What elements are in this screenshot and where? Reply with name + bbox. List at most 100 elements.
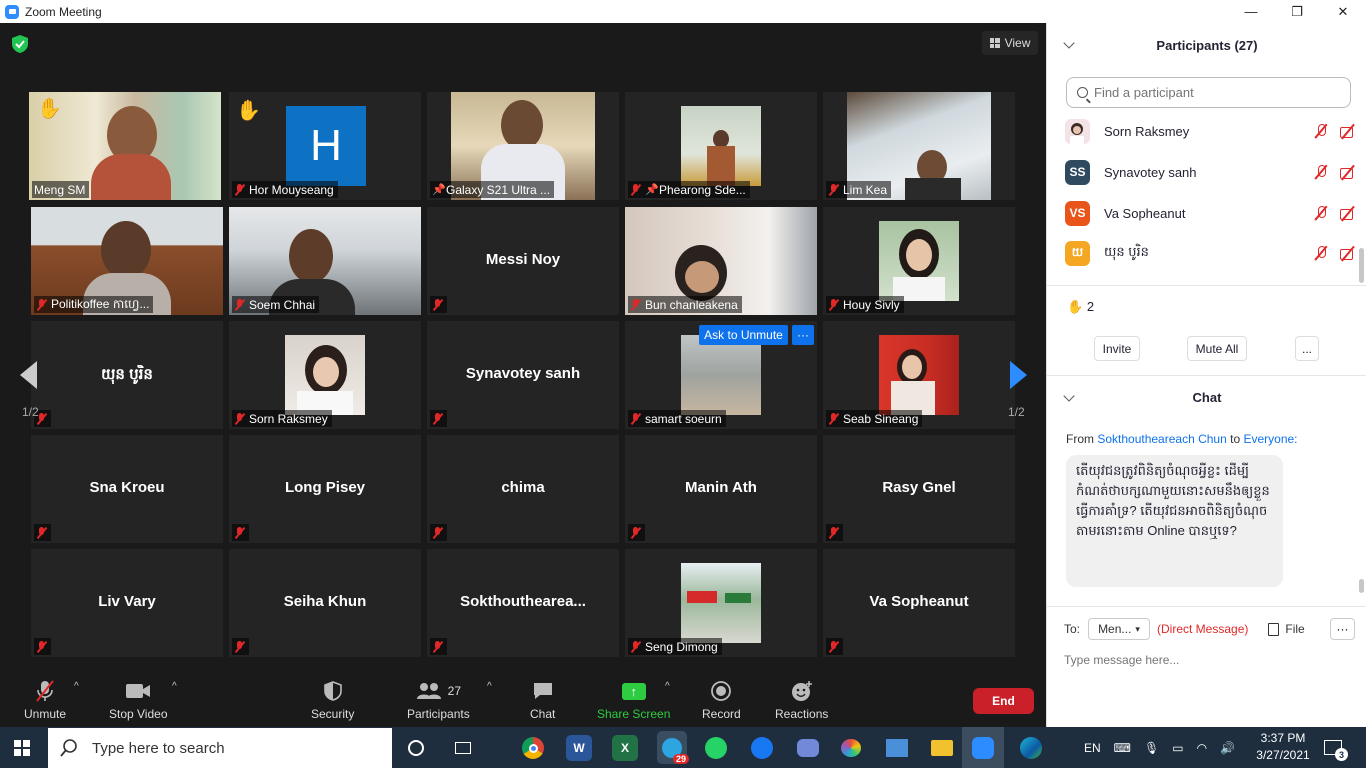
chat-button[interactable]: Chat	[530, 679, 555, 721]
record-button[interactable]: Record	[702, 679, 741, 721]
participant-name: Bun chanleakena	[645, 297, 738, 312]
close-button[interactable]: ✕	[1320, 0, 1366, 23]
participant-label: Soem Chhai	[232, 296, 320, 313]
video-tile[interactable]: Soem Chhai	[229, 207, 421, 315]
chrome-icon[interactable]	[520, 735, 546, 761]
participants-options-caret-icon[interactable]: ^	[487, 681, 492, 692]
photos-icon[interactable]	[884, 735, 910, 761]
share-screen-button[interactable]: ↑ Share Screen	[597, 679, 670, 721]
restore-button[interactable]: ❐	[1274, 0, 1320, 23]
security-button[interactable]: Security	[311, 679, 354, 721]
participant-row[interactable]: SS Synavotey sanh	[1065, 158, 1355, 186]
file-button[interactable]: File	[1268, 622, 1305, 636]
chat-sender[interactable]: Sokthouthearea​ch Chun	[1097, 432, 1226, 446]
view-button[interactable]: View	[982, 31, 1038, 55]
reactions-button[interactable]: Reactions	[775, 679, 828, 721]
discord-icon[interactable]	[795, 735, 821, 761]
minimize-button[interactable]: —	[1228, 0, 1274, 23]
windows-start-icon[interactable]	[14, 740, 30, 756]
video-tile[interactable]: 📌 Phearong Sde...	[625, 92, 817, 200]
ask-to-unmute-button[interactable]: Ask to Unmute	[699, 325, 788, 345]
taskbar-clock[interactable]: 3:37 PM 3/27/2021	[1253, 730, 1313, 764]
video-tile[interactable]: Politikoffee កាហ្វេ...	[31, 207, 223, 315]
video-tile[interactable]: យុន បូរិន	[31, 321, 223, 429]
encryption-shield-icon[interactable]	[12, 35, 28, 53]
paint-icon[interactable]	[838, 735, 864, 761]
video-tile[interactable]: H ✋ Hor Mouyseang	[229, 92, 421, 200]
video-tile[interactable]: Sna Kroeu	[31, 435, 223, 543]
cortana-icon[interactable]	[403, 735, 429, 761]
chat-scrollbar[interactable]	[1359, 579, 1364, 593]
muted-mic-icon	[36, 640, 47, 653]
video-tile[interactable]: Liv Vary	[31, 549, 223, 657]
invite-button[interactable]: Invite	[1094, 336, 1140, 361]
file-explorer-icon[interactable]	[929, 735, 955, 761]
window-title: Zoom Meeting	[25, 4, 102, 19]
keyboard-icon[interactable]: ⌨	[1114, 741, 1131, 755]
video-tile[interactable]: Seab Sineang	[823, 321, 1015, 429]
video-tile[interactable]: Rasy Gnel	[823, 435, 1015, 543]
participant-row[interactable]: VS Va Sopheanut	[1065, 199, 1355, 227]
video-tile[interactable]: Long Pisey	[229, 435, 421, 543]
recipient-dropdown[interactable]: Men... ▾	[1088, 618, 1151, 640]
zoom-taskbar-icon[interactable]	[962, 727, 1004, 768]
video-tile[interactable]: 📌 Galaxy S21 Ultra ...	[427, 92, 619, 200]
video-tile[interactable]: chima	[427, 435, 619, 543]
audio-options-caret-icon[interactable]: ^	[74, 681, 79, 692]
microphone-icon[interactable]: 🎙	[1144, 741, 1159, 755]
stop-video-button[interactable]: Stop Video	[109, 679, 168, 721]
video-tile[interactable]: Sorn Raksmey	[229, 321, 421, 429]
muted-mic-icon	[234, 526, 245, 539]
tile-more-button[interactable]: ···	[792, 325, 814, 345]
participant-row[interactable]: យ យុន បូរិន	[1065, 239, 1355, 267]
notification-center-button[interactable]: 3	[1324, 727, 1348, 768]
wifi-icon[interactable]: ◠	[1197, 741, 1207, 755]
language-indicator[interactable]: EN	[1084, 741, 1101, 755]
previous-page-button[interactable]: 1/2	[16, 353, 58, 453]
participant-row[interactable]: Sorn Raksmey	[1065, 117, 1355, 145]
participant-label: Hor Mouyseang	[232, 181, 338, 198]
excel-icon[interactable]: X	[612, 735, 638, 761]
windows-taskbar: Type here to search W X 29 EN ⌨ 🎙 ▭ ◠ 🔊 …	[0, 727, 1366, 768]
video-tile[interactable]: Va Sopheanut	[823, 549, 1015, 657]
video-tile[interactable]: ✋ Meng SM	[29, 92, 221, 200]
participant-name: Seiha Khun	[283, 593, 367, 610]
participants-button[interactable]: 27 Participants	[407, 679, 470, 721]
video-tile[interactable]: Sokthouthearea...	[427, 549, 619, 657]
video-tile[interactable]: Bun chanleakena	[625, 207, 817, 315]
video-tile[interactable]: Synavotey sanh	[427, 321, 619, 429]
collapse-chat-chevron-icon[interactable]	[1063, 390, 1075, 402]
chat-recipient[interactable]: Everyone:	[1243, 432, 1297, 446]
video-off-icon	[1339, 245, 1355, 261]
chat-more-button[interactable]: ···	[1330, 618, 1355, 640]
collapse-participants-chevron-icon[interactable]	[1063, 37, 1075, 49]
unmute-button[interactable]: Unmute	[24, 679, 66, 721]
messenger-icon[interactable]	[749, 735, 775, 761]
next-page-button[interactable]: 1/2	[988, 353, 1030, 453]
battery-icon[interactable]: ▭	[1172, 741, 1183, 755]
telegram-icon[interactable]: 29	[657, 731, 689, 764]
screen: Zoom Meeting — ❐ ✕ View ✋ Meng SM H ✋ Ho…	[0, 0, 1366, 768]
edge-icon[interactable]	[1018, 735, 1044, 761]
task-view-icon[interactable]	[450, 735, 476, 761]
volume-icon[interactable]: 🔊	[1220, 741, 1235, 755]
chat-message-input[interactable]	[1064, 649, 1344, 671]
mute-all-button[interactable]: Mute All	[1187, 336, 1247, 361]
video-tile[interactable]: Messi Noy	[427, 207, 619, 315]
participant-search-box[interactable]	[1066, 77, 1351, 108]
share-options-caret-icon[interactable]: ^	[665, 681, 670, 692]
word-icon[interactable]: W	[566, 735, 592, 761]
participants-more-button[interactable]: ...	[1295, 336, 1319, 361]
video-options-caret-icon[interactable]: ^	[172, 681, 177, 692]
video-tile[interactable]: Houy Sivly	[823, 207, 1015, 315]
video-tile[interactable]: Seiha Khun	[229, 549, 421, 657]
video-tile[interactable]: Seng Dimong	[625, 549, 817, 657]
video-tile[interactable]: Manin Ath	[625, 435, 817, 543]
end-meeting-button[interactable]: End	[973, 688, 1034, 714]
taskbar-search-box[interactable]: Type here to search	[48, 728, 392, 768]
participant-search-input[interactable]	[1094, 85, 1334, 100]
muted-mic-icon	[432, 640, 443, 653]
video-tile[interactable]: Lim Kea	[823, 92, 1015, 200]
whatsapp-icon[interactable]	[703, 735, 729, 761]
participants-scrollbar[interactable]	[1359, 248, 1364, 283]
